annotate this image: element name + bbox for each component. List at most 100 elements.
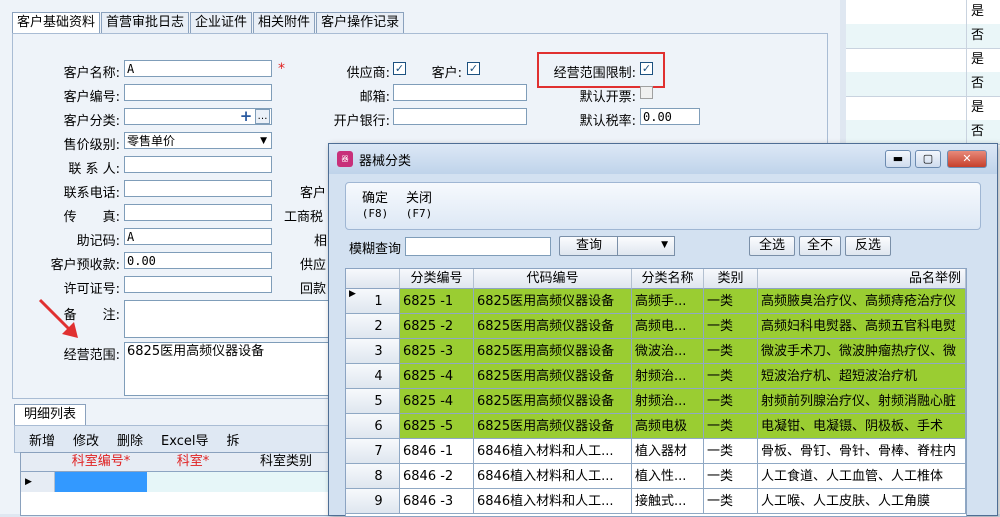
table-cell[interactable]: 高频腋臭治疗仪、高频痔疮治疗仪 <box>758 289 966 314</box>
row-number[interactable]: 2 <box>346 314 400 339</box>
table-row[interactable]: 8 6846 -2 6846植入材料和人工... 植入性... 一类 人工食道、人工血管、… <box>346 464 966 489</box>
search-input[interactable] <box>405 237 551 256</box>
email-input[interactable] <box>393 84 527 101</box>
table-cell[interactable]: 人工喉、人工皮肤、人工角膜 <box>758 489 966 514</box>
row-number[interactable]: 5 <box>346 389 400 414</box>
bank-input[interactable] <box>393 108 527 125</box>
select-none-button[interactable]: 全不 <box>799 236 841 256</box>
tab-attachments[interactable]: 相关附件 <box>253 12 316 33</box>
table-cell[interactable]: 短波治疗机、超短波治疗机 <box>758 364 966 389</box>
table-cell[interactable]: 接触式... <box>632 489 704 514</box>
table-cell[interactable]: 微波治... <box>632 339 704 364</box>
scope-textarea[interactable]: 6825医用高频仪器设备 <box>124 342 334 396</box>
table-row[interactable]: 5 6825 -4 6825医用高频仪器设备 射频治... 一类 射频前列腺治疗仪、射频消… <box>346 389 966 414</box>
column-header[interactable]: 科室编号* <box>55 453 148 472</box>
table-cell[interactable]: 6825 -1 <box>400 289 474 314</box>
filter-dropdown[interactable]: ▼ <box>617 236 675 256</box>
table-cell[interactable]: 6825医用高频仪器设备 <box>474 364 632 389</box>
table-cell[interactable]: 微波手术刀、微波肿瘤热疗仪、微 <box>758 339 966 364</box>
price-level-select[interactable]: 零售单价 ▼ <box>124 132 272 149</box>
table-row[interactable]: 6 6825 -5 6825医用高频仪器设备 高频电极 一类 电凝钳、电凝镊、阴极板、手术 <box>346 414 966 439</box>
tab-approval-log[interactable]: 首营审批日志 <box>101 12 190 33</box>
table-cell[interactable]: 一类 <box>704 364 758 389</box>
table-cell[interactable] <box>239 472 333 492</box>
tab-basic-info[interactable]: 客户基础资料 <box>12 12 101 34</box>
default-invoice-checkbox[interactable] <box>640 86 653 99</box>
table-row[interactable]: 9 6846 -3 6846植入材料和人工... 接触式... 一类 人工喉、人工皮肤、人… <box>346 489 966 514</box>
table-cell[interactable]: 一类 <box>704 314 758 339</box>
table-row[interactable]: 2 6825 -2 6825医用高频仪器设备 高频电... 一类 高频妇科电熨器、高频五官… <box>346 314 966 339</box>
search-button[interactable]: 查询 <box>559 236 619 256</box>
table-cell[interactable]: 6825医用高频仪器设备 <box>474 339 632 364</box>
table-cell[interactable]: 一类 <box>704 289 758 314</box>
table-cell[interactable]: 6846植入材料和人工... <box>474 439 632 464</box>
customer-code-input[interactable] <box>124 84 272 101</box>
customer-name-input[interactable]: A <box>124 60 272 77</box>
mnemonic-input[interactable]: A <box>124 228 272 245</box>
table-cell[interactable]: 6825 -5 <box>400 414 474 439</box>
table-cell[interactable]: 一类 <box>704 389 758 414</box>
column-header[interactable]: 科室类别 <box>239 453 333 472</box>
table-cell[interactable]: 射频治... <box>632 389 704 414</box>
table-cell[interactable]: 6825医用高频仪器设备 <box>474 314 632 339</box>
tab-detail-list[interactable]: 明细列表 <box>14 404 86 425</box>
split-button[interactable]: 拆 <box>226 430 239 449</box>
table-cell[interactable]: 6825 -4 <box>400 364 474 389</box>
table-cell-selected[interactable] <box>55 472 147 492</box>
table-row[interactable]: 3 6825 -3 6825医用高频仪器设备 微波治... 一类 微波手术刀、微波肿瘤热疗… <box>346 339 966 364</box>
row-number[interactable]: 4 <box>346 364 400 389</box>
default-tax-input[interactable]: 0.00 <box>640 108 700 125</box>
table-cell[interactable]: 一类 <box>704 414 758 439</box>
column-header-code-number[interactable]: 代码编号 <box>474 269 632 289</box>
table-row[interactable]: 4 6825 -4 6825医用高频仪器设备 射频治... 一类 短波治疗机、超短波治疗机 <box>346 364 966 389</box>
close-button[interactable]: 关闭 (F7) <box>402 191 436 221</box>
row-number[interactable]: 9 <box>346 489 400 514</box>
table-cell[interactable]: 6825医用高频仪器设备 <box>474 414 632 439</box>
table-cell[interactable]: 6846 -1 <box>400 439 474 464</box>
maximize-icon[interactable]: ▢ <box>915 150 941 168</box>
edit-button[interactable]: 修改 <box>73 430 99 449</box>
column-header-code[interactable]: 分类编号 <box>400 269 474 289</box>
license-input[interactable] <box>124 276 272 293</box>
table-cell[interactable]: 一类 <box>704 339 758 364</box>
close-icon[interactable]: ✕ <box>947 150 987 168</box>
add-button[interactable]: 新增 <box>29 430 55 449</box>
column-header-class[interactable]: 类别 <box>704 269 758 289</box>
table-cell[interactable]: 6846 -2 <box>400 464 474 489</box>
table-cell[interactable]: 6846植入材料和人工... <box>474 464 632 489</box>
table-cell[interactable]: 高频电极 <box>632 414 704 439</box>
table-cell[interactable]: 电凝钳、电凝镊、阴极板、手术 <box>758 414 966 439</box>
table-cell[interactable]: 6825医用高频仪器设备 <box>474 289 632 314</box>
column-header-name[interactable]: 分类名称 <box>632 269 704 289</box>
fax-input[interactable] <box>124 204 272 221</box>
table-cell[interactable]: 6825医用高频仪器设备 <box>474 389 632 414</box>
tab-operation-log[interactable]: 客户操作记录 <box>316 12 405 33</box>
confirm-button[interactable]: 确定 (F8) <box>358 191 392 221</box>
table-cell[interactable]: 高频电... <box>632 314 704 339</box>
table-cell[interactable]: 骨板、骨钉、骨针、骨棒、脊柱内 <box>758 439 966 464</box>
table-cell[interactable]: 一类 <box>704 464 758 489</box>
table-cell[interactable]: 射频前列腺治疗仪、射频消融心脏 <box>758 389 966 414</box>
table-row[interactable]: 1 ▶ 6825 -1 6825医用高频仪器设备 高频手... 一类 高频腋臭治疗仪、高频痔… <box>346 289 966 314</box>
excel-button[interactable]: Excel导 <box>161 430 208 449</box>
customer-checkbox[interactable]: ✓ <box>467 62 480 75</box>
table-cell[interactable]: 高频妇科电熨器、高频五官科电熨 <box>758 314 966 339</box>
table-cell[interactable]: 射频治... <box>632 364 704 389</box>
scope-limit-checkbox[interactable]: ✓ <box>640 62 653 75</box>
table-row[interactable]: 7 6846 -1 6846植入材料和人工... 植入器材 一类 骨板、骨钉、骨针、骨棒、… <box>346 439 966 464</box>
table-cell[interactable]: 人工食道、人工血管、人工椎体 <box>758 464 966 489</box>
table-cell[interactable]: 一类 <box>704 489 758 514</box>
table-cell[interactable]: 6846植入材料和人工... <box>474 489 632 514</box>
dialog-titlebar[interactable]: 器 器械分类 ▬ ▢ ✕ <box>329 144 997 174</box>
row-number[interactable]: 7 <box>346 439 400 464</box>
table-cell[interactable]: 6825 -2 <box>400 314 474 339</box>
select-all-button[interactable]: 全选 <box>749 236 795 256</box>
table-cell[interactable]: 一类 <box>704 439 758 464</box>
table-cell[interactable] <box>147 472 239 492</box>
table-cell[interactable]: 6825 -4 <box>400 389 474 414</box>
column-header-examples[interactable]: 品名举例 <box>758 269 966 289</box>
add-icon[interactable]: + <box>239 108 253 125</box>
table-cell[interactable]: 6846 -3 <box>400 489 474 514</box>
remark-textarea[interactable] <box>124 300 334 338</box>
column-header[interactable]: 科室* <box>147 453 240 472</box>
